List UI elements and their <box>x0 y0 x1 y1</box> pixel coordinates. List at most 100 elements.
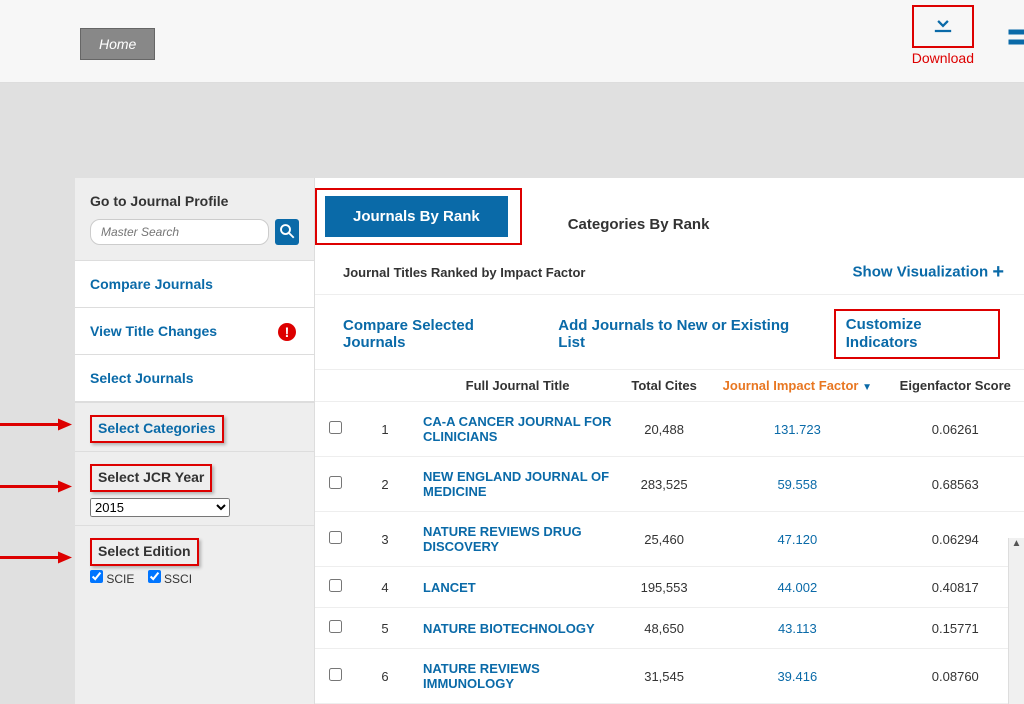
customize-indicators-link[interactable]: Customize Indicators <box>846 316 922 351</box>
row-title[interactable]: LANCET <box>415 567 620 608</box>
row-checkbox[interactable] <box>329 421 342 434</box>
row-cites: 195,553 <box>620 567 708 608</box>
row-checkbox[interactable] <box>329 668 342 681</box>
row-rank: 2 <box>355 457 415 512</box>
ssci-checkbox[interactable] <box>148 570 161 583</box>
search-row <box>90 219 299 245</box>
compare-journals-link: Compare Journals <box>90 276 299 292</box>
row-eigen: 0.15771 <box>887 608 1024 649</box>
col-title[interactable]: Full Journal Title <box>415 370 620 402</box>
sidebar-item-select-edition: Select Edition SCIE SSCI <box>75 525 314 594</box>
tab-row: Journals By Rank Categories By Rank <box>315 178 1024 245</box>
row-checkbox[interactable] <box>329 620 342 633</box>
row-title[interactable]: NATURE REVIEWS IMMUNOLOGY <box>415 649 620 704</box>
row-jif[interactable]: 43.113 <box>708 608 887 649</box>
sort-desc-icon: ▼ <box>862 382 872 393</box>
body-wrap: Go to Journal Profile Compare Journals V… <box>0 83 1024 704</box>
scie-checkbox[interactable] <box>90 570 103 583</box>
search-input[interactable] <box>90 219 269 245</box>
row-rank: 5 <box>355 608 415 649</box>
table-header-row: Full Journal Title Total Cites Journal I… <box>315 370 1024 402</box>
col-jif[interactable]: Journal Impact Factor ▼ <box>708 370 887 402</box>
row-cites: 20,488 <box>620 402 708 457</box>
row-title[interactable]: CA-A CANCER JOURNAL FOR CLINICIANS <box>415 402 620 457</box>
customize-indicators-highlight: Customize Indicators <box>834 309 1000 359</box>
sidebar-item-select-categories[interactable]: Select Categories <box>75 402 314 451</box>
row-cites: 31,545 <box>620 649 708 704</box>
col-select <box>315 370 355 402</box>
col-cites[interactable]: Total Cites <box>620 370 708 402</box>
tab-journals-by-rank[interactable]: Journals By Rank <box>325 196 508 237</box>
tab-categories-by-rank[interactable]: Categories By Rank <box>540 204 738 245</box>
journal-table: Full Journal Title Total Cites Journal I… <box>315 370 1024 704</box>
row-eigen: 0.06261 <box>887 402 1024 457</box>
tool-icon-fragment <box>1006 22 1024 59</box>
row-checkbox[interactable] <box>329 476 342 489</box>
profile-heading: Go to Journal Profile <box>90 193 299 209</box>
download-icon[interactable] <box>929 25 957 42</box>
select-categories-label: Select Categories <box>98 420 216 436</box>
select-journals-link: Select Journals <box>90 370 299 386</box>
edition-ssci[interactable]: SSCI <box>148 572 192 586</box>
select-edition-highlight: Select Edition <box>90 538 199 566</box>
search-icon <box>278 222 296 243</box>
search-button[interactable] <box>275 219 299 245</box>
compare-selected-link[interactable]: Compare Selected Journals <box>343 317 528 351</box>
row-eigen: 0.08760 <box>887 649 1024 704</box>
select-year-highlight: Select JCR Year <box>90 464 212 492</box>
edition-scie[interactable]: SCIE <box>90 572 134 586</box>
row-title[interactable]: NATURE BIOTECHNOLOGY <box>415 608 620 649</box>
row-rank: 4 <box>355 567 415 608</box>
show-visualization-link[interactable]: Show Visualization + <box>853 261 1004 284</box>
table-row: 1CA-A CANCER JOURNAL FOR CLINICIANS20,48… <box>315 402 1024 457</box>
row-eigen: 0.40817 <box>887 567 1024 608</box>
col-eigen[interactable]: Eigenfactor Score <box>887 370 1024 402</box>
row-rank: 1 <box>355 402 415 457</box>
subheader: Journal Titles Ranked by Impact Factor S… <box>315 245 1024 295</box>
row-rank: 3 <box>355 512 415 567</box>
arrow-callout-icon <box>0 477 72 500</box>
sidebar-item-select-journals[interactable]: Select Journals <box>75 355 314 402</box>
home-button[interactable]: Home <box>80 28 155 60</box>
row-jif[interactable]: 39.416 <box>708 649 887 704</box>
sidebar-item-title-changes[interactable]: View Title Changes ! <box>75 308 314 355</box>
sidebar-item-compare[interactable]: Compare Journals <box>75 261 314 308</box>
journals-tab-highlight: Journals By Rank <box>315 188 522 245</box>
table-row: 4LANCET195,55344.0020.40817 <box>315 567 1024 608</box>
select-edition-label: Select Edition <box>98 543 191 559</box>
arrow-callout-icon <box>0 416 72 439</box>
select-categories-highlight: Select Categories <box>90 415 224 443</box>
row-cites: 48,650 <box>620 608 708 649</box>
main-panel: Journals By Rank Categories By Rank Jour… <box>315 178 1024 704</box>
col-rank <box>355 370 415 402</box>
go-to-profile-block: Go to Journal Profile <box>75 178 314 261</box>
scroll-up-icon: ▲ <box>1009 538 1024 549</box>
row-checkbox[interactable] <box>329 531 342 544</box>
add-to-list-link[interactable]: Add Journals to New or Existing List <box>558 317 803 351</box>
row-cites: 25,460 <box>620 512 708 567</box>
download-highlight-box <box>912 5 974 48</box>
row-jif[interactable]: 131.723 <box>708 402 887 457</box>
row-jif[interactable]: 59.558 <box>708 457 887 512</box>
row-title[interactable]: NEW ENGLAND JOURNAL OF MEDICINE <box>415 457 620 512</box>
plus-icon: + <box>992 261 1004 283</box>
row-checkbox[interactable] <box>329 579 342 592</box>
table-row: 6NATURE REVIEWS IMMUNOLOGY31,54539.4160.… <box>315 649 1024 704</box>
ranking-subtitle: Journal Titles Ranked by Impact Factor <box>343 265 586 280</box>
jcr-year-select[interactable]: 2015 <box>90 498 230 517</box>
row-eigen: 0.06294 <box>887 512 1024 567</box>
row-jif[interactable]: 47.120 <box>708 512 887 567</box>
row-jif[interactable]: 44.002 <box>708 567 887 608</box>
select-year-label: Select JCR Year <box>98 469 204 485</box>
edition-checkboxes: SCIE SSCI <box>90 570 299 586</box>
row-eigen: 0.68563 <box>887 457 1024 512</box>
download-label: Download <box>912 50 974 66</box>
row-rank: 6 <box>355 649 415 704</box>
row-title[interactable]: NATURE REVIEWS DRUG DISCOVERY <box>415 512 620 567</box>
action-row: Compare Selected Journals Add Journals t… <box>315 295 1024 370</box>
scrollbar[interactable]: ▲ <box>1008 538 1024 704</box>
sidebar-item-select-year: Select JCR Year 2015 <box>75 451 314 525</box>
table-row: 2NEW ENGLAND JOURNAL OF MEDICINE283,5255… <box>315 457 1024 512</box>
view-title-changes-link: View Title Changes <box>90 323 299 339</box>
header-bar: Home Download <box>0 0 1024 83</box>
